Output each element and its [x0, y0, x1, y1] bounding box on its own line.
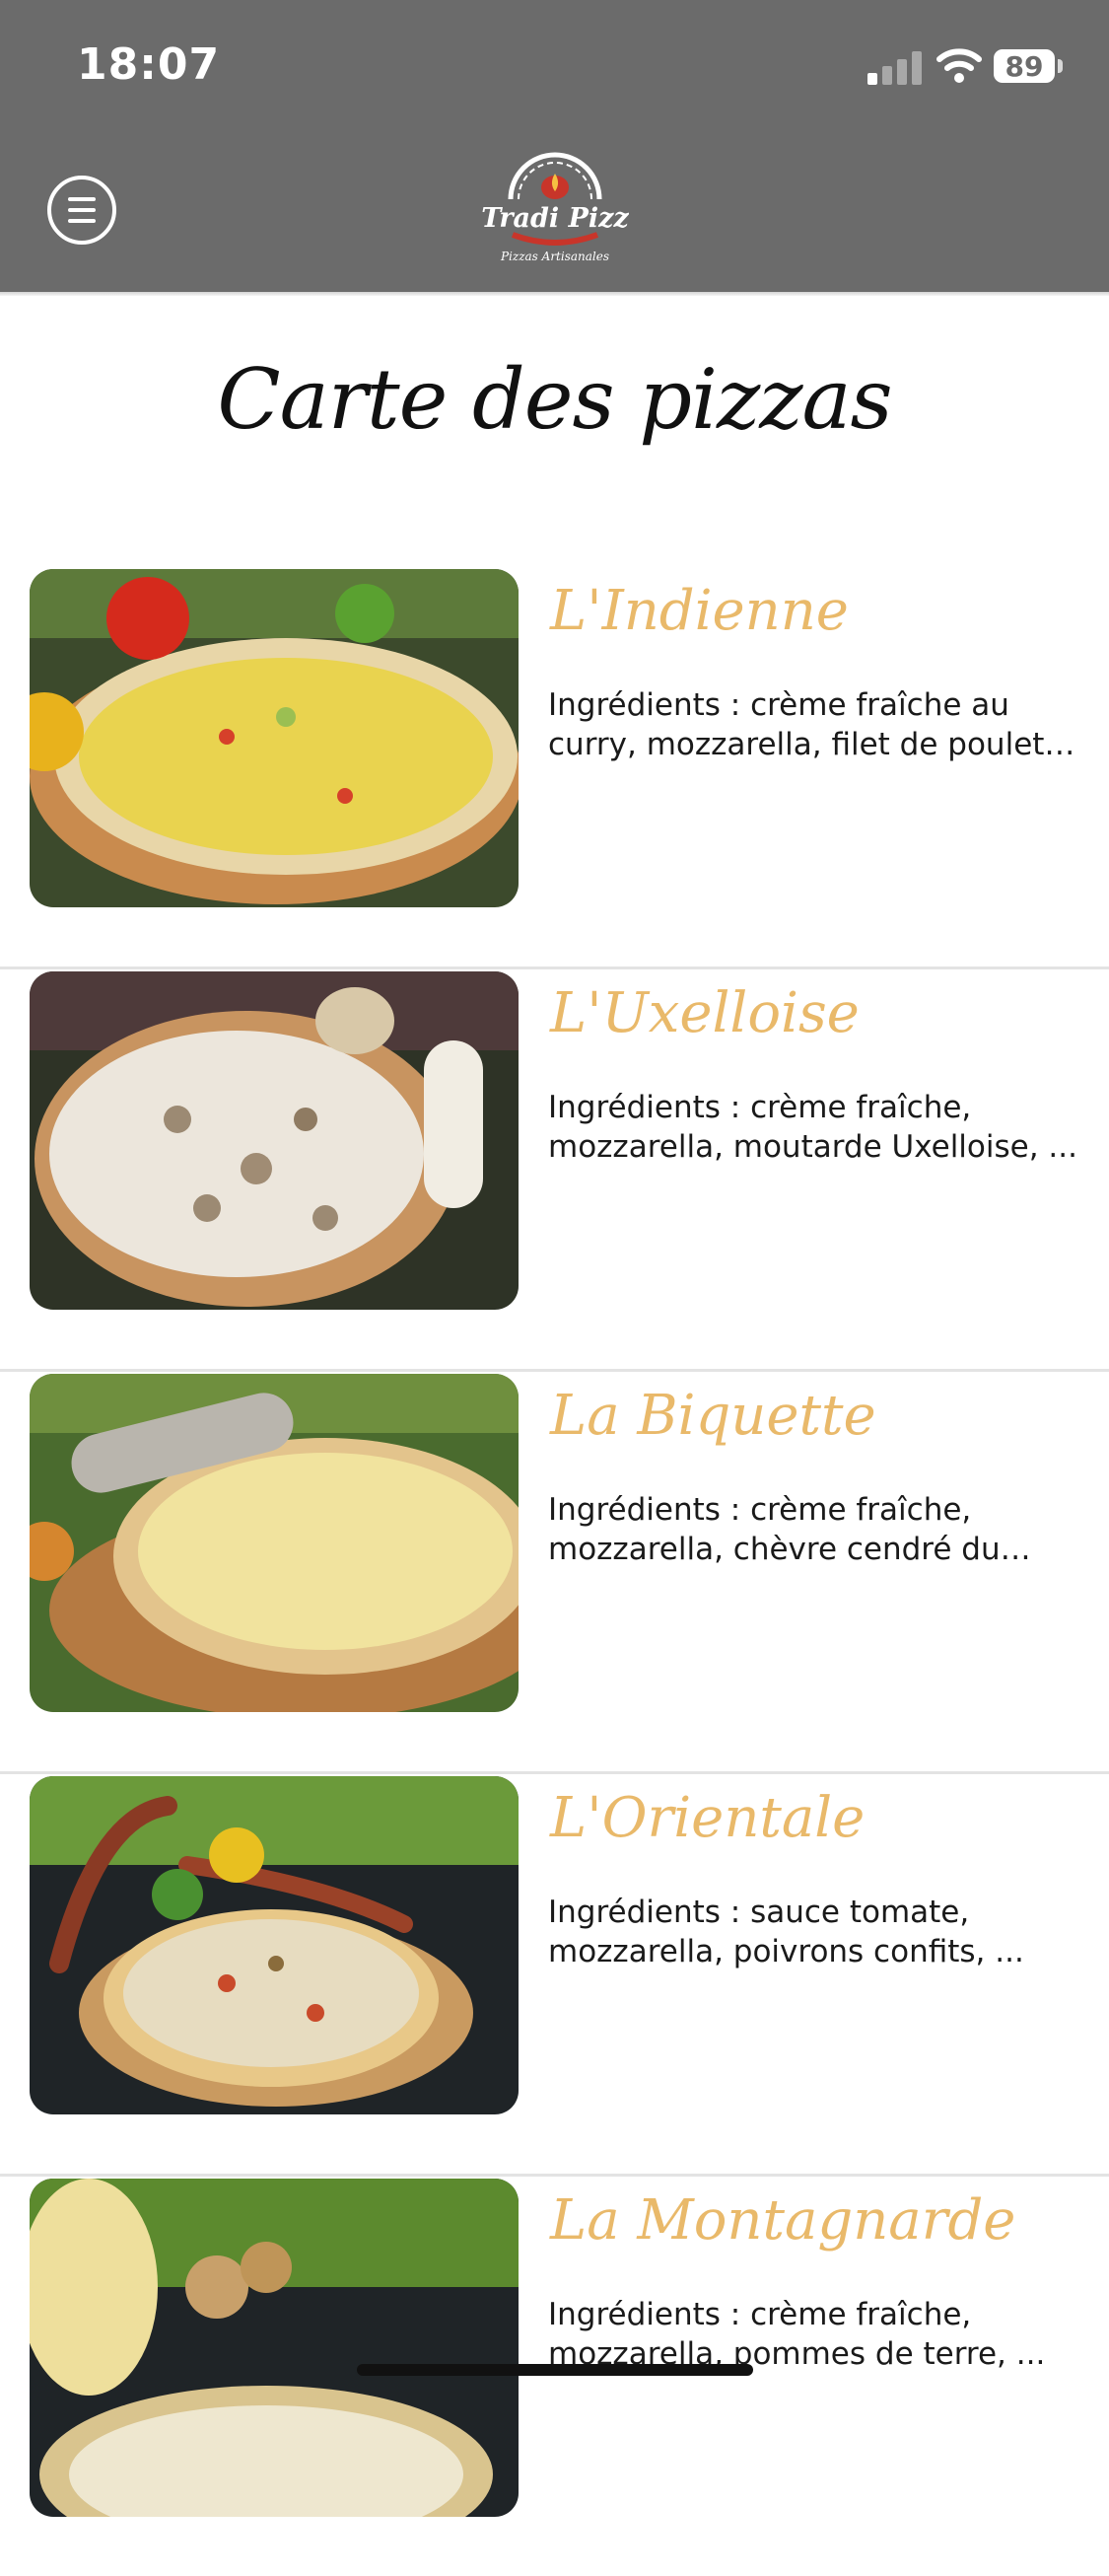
battery-tip — [1058, 59, 1063, 73]
home-indicator[interactable] — [357, 2364, 753, 2376]
menu-icon-line — [68, 219, 96, 223]
pizza-description: Ingrédients : sauce tomate, mozzarella, … — [548, 1895, 1024, 1969]
pizza-image — [30, 971, 519, 1310]
pizza-card[interactable]: L'Uxelloise Ingrédients : crème fraîche,… — [0, 969, 1109, 1372]
menu-icon-line — [68, 208, 96, 212]
pizza-image — [30, 2179, 519, 2517]
header-divider — [0, 292, 1109, 296]
status-time: 18:07 — [77, 39, 221, 90]
menu-icon-line — [68, 197, 96, 201]
pizza-card[interactable]: La Montagnarde Ingrédients : crème fraîc… — [0, 2177, 1109, 2576]
signal-icon — [867, 51, 922, 85]
pizza-name: La Montagnarde — [550, 2188, 1016, 2253]
pizza-image — [30, 569, 519, 907]
pizza-image — [30, 1776, 519, 2114]
pizza-card[interactable]: L'Indienne Ingrédients : crème fraîche a… — [0, 567, 1109, 969]
tradi-pizz-logo[interactable]: Tradi Pizz Pizzas Artisanales — [481, 148, 629, 270]
pizza-name: L'Orientale — [550, 1786, 866, 1850]
pizza-name: La Biquette — [550, 1384, 876, 1448]
pizza-card[interactable]: La Biquette Ingrédients : crème fraîche,… — [0, 1372, 1109, 1774]
pizza-card[interactable]: L'Orientale Ingrédients : sauce tomate, … — [0, 1774, 1109, 2177]
svg-text:Pizzas Artisanales: Pizzas Artisanales — [500, 250, 609, 263]
pizza-list: L'Indienne Ingrédients : crème fraîche a… — [0, 567, 1109, 2576]
svg-text:Tradi Pizz: Tradi Pizz — [481, 203, 629, 234]
battery-icon: 89 — [994, 49, 1055, 83]
page-title: Carte des pizzas — [217, 351, 892, 448]
pizza-name: L'Indienne — [550, 579, 849, 643]
pizza-description: Ingrédients : crème fraîche, mozzarella,… — [548, 2297, 1046, 2372]
wifi-icon — [936, 48, 982, 83]
pizza-name: L'Uxelloise — [550, 981, 860, 1045]
app-header: 18:07 89 Tradi Pizz Pizzas Artisanales — [0, 0, 1109, 292]
pizza-description: Ingrédients : crème fraîche, mozzarella,… — [548, 1492, 1001, 1567]
menu-button[interactable] — [47, 176, 116, 245]
pizza-description: Ingrédients : crème fraîche, mozzarella,… — [548, 1090, 1077, 1165]
pizza-description: Ingrédients : crème fraîche au curry, mo… — [548, 687, 1055, 762]
pizza-image — [30, 1374, 519, 1712]
